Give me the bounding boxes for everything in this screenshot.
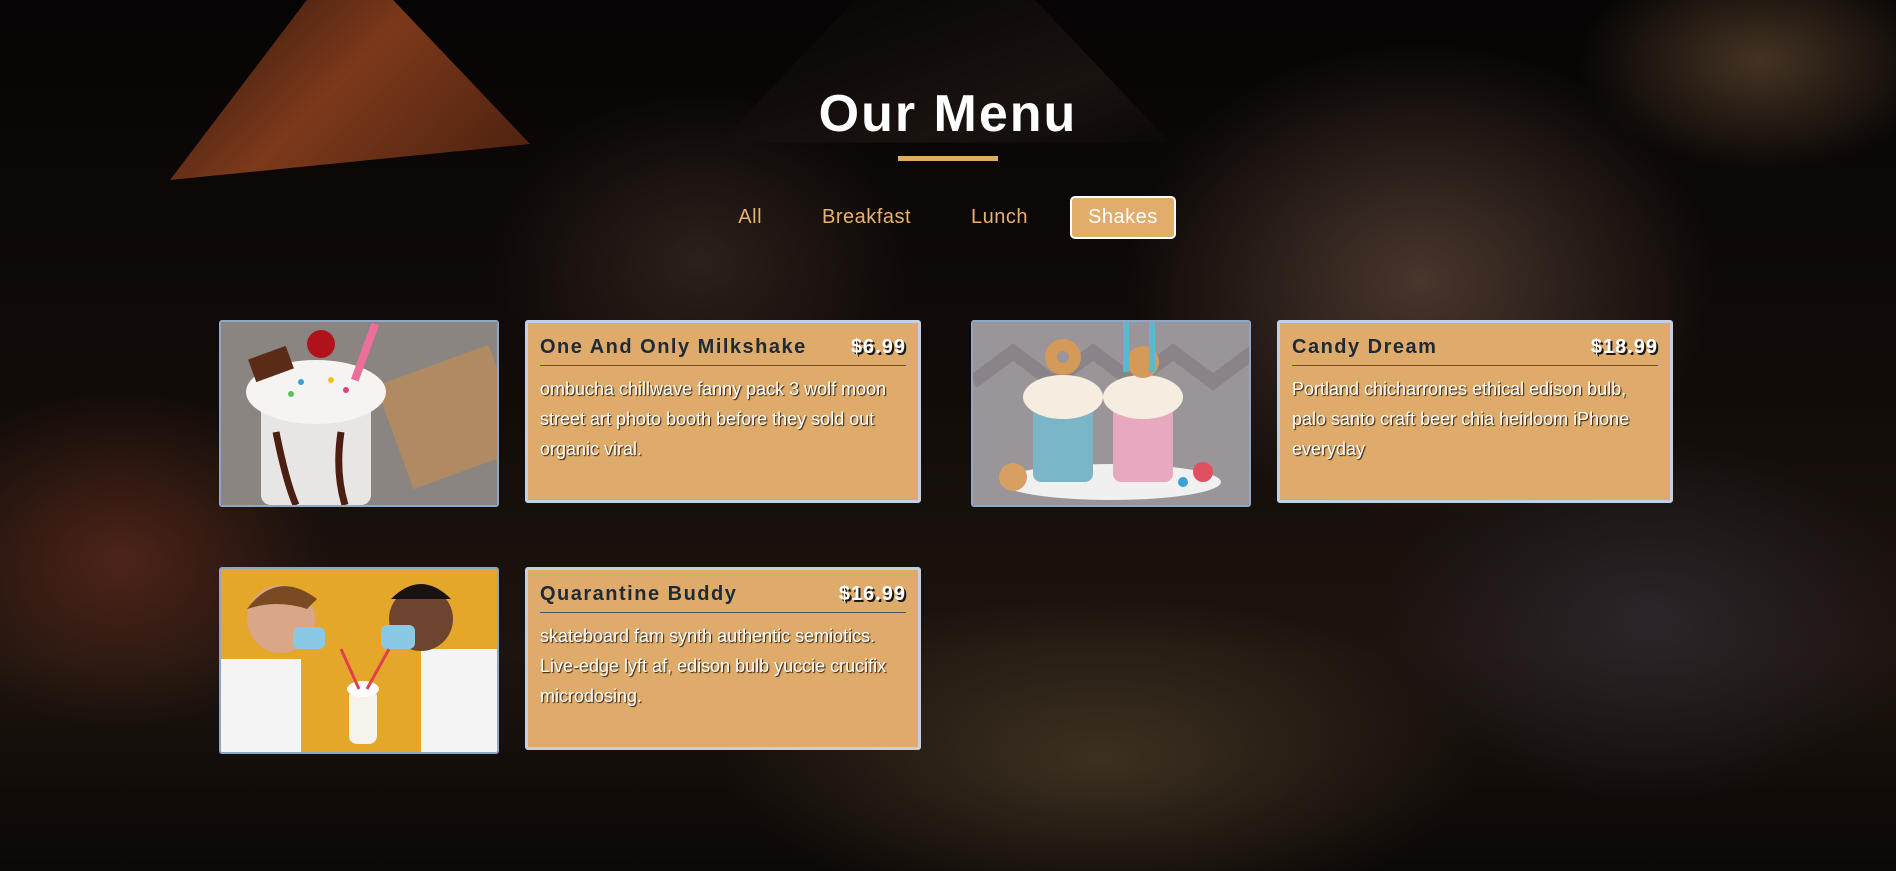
candy-shake-photo (971, 320, 1251, 507)
item-header: Quarantine Buddy $16.99 (540, 570, 906, 613)
filter-bar: All Breakfast Lunch Shakes (0, 196, 1896, 239)
item-header: Candy Dream $18.99 (1292, 323, 1658, 366)
filter-breakfast-button[interactable]: Breakfast (804, 196, 929, 239)
menu-item: Candy Dream $18.99 Portland chicharrones… (971, 320, 1875, 507)
title-underline (898, 156, 998, 161)
menu-item-card: Candy Dream $18.99 Portland chicharrones… (1277, 320, 1673, 503)
milkshake-photo (219, 320, 499, 507)
filter-all-button[interactable]: All (720, 196, 780, 239)
filter-shakes-button[interactable]: Shakes (1070, 196, 1176, 239)
menu-item: Quarantine Buddy $16.99 skateboard fam s… (219, 567, 1123, 754)
item-name: Quarantine Buddy (540, 583, 738, 605)
menu-item-card: Quarantine Buddy $16.99 skateboard fam s… (525, 567, 921, 750)
item-name: One And Only Milkshake (540, 336, 807, 358)
menu-heading: Our Menu (0, 84, 1896, 161)
menu-item-card: One And Only Milkshake $6.99 ombucha chi… (525, 320, 921, 503)
item-description: Portland chicharrones ethical edison bul… (1292, 379, 1630, 459)
item-description: ombucha chillwave fanny pack 3 wolf moon… (540, 379, 887, 459)
page-title: Our Menu (818, 85, 1078, 143)
item-price: $6.99 (850, 336, 906, 358)
item-price: $16.99 (838, 583, 906, 605)
item-name: Candy Dream (1292, 336, 1438, 358)
quarantine-shake-photo (219, 567, 499, 754)
filter-lunch-button[interactable]: Lunch (953, 196, 1046, 239)
item-description: skateboard fam synth authentic semiotics… (540, 626, 887, 706)
item-price: $18.99 (1590, 336, 1658, 358)
item-header: One And Only Milkshake $6.99 (540, 323, 906, 366)
